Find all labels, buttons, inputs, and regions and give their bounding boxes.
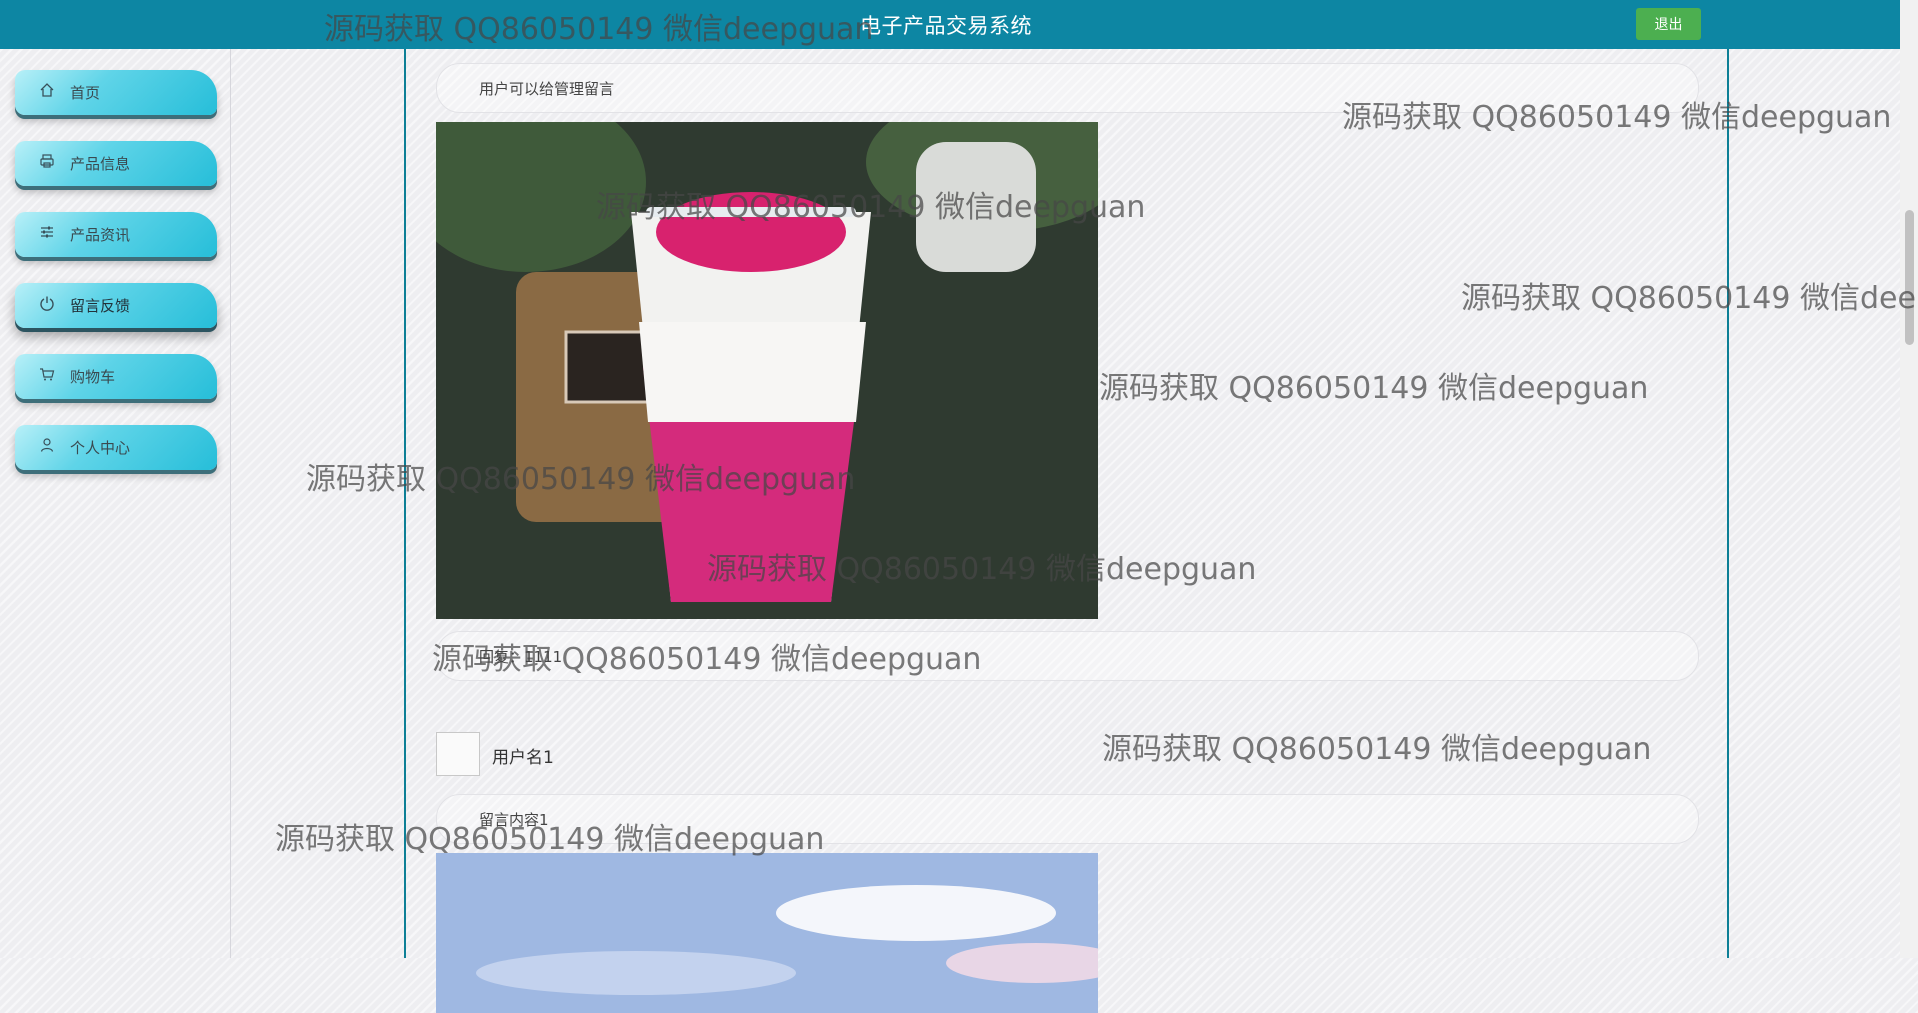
message-board: 用户可以给管理留言 回复：1111 用户名1 留言内容1	[404, 49, 1729, 1013]
sidebar-item-feedback[interactable]: 留言反馈	[15, 283, 217, 328]
sliders-icon	[37, 224, 57, 244]
home-icon	[37, 82, 57, 102]
avatar	[436, 732, 480, 776]
message-image	[436, 122, 1098, 619]
sidebar-item-label: 购物车	[70, 368, 116, 386]
dragon-fruit-drink-photo	[436, 122, 1098, 619]
sidebar-item-cart[interactable]: 购物车	[15, 354, 217, 399]
sidebar-item-label: 首页	[70, 84, 101, 102]
sidebar: 首页 产品信息 产品资讯 留言反馈 购物车 个人中心	[0, 49, 231, 958]
sidebar-item-profile[interactable]: 个人中心	[15, 425, 217, 470]
reply-text: 回复：1111	[479, 648, 563, 666]
scrollbar-thumb[interactable]	[1905, 210, 1914, 345]
message-image	[436, 853, 1098, 1013]
sidebar-item-label: 产品信息	[70, 155, 131, 173]
sidebar-item-home[interactable]: 首页	[15, 70, 217, 115]
user-name: 用户名1	[492, 748, 554, 768]
message-intro-text: 用户可以给管理留言	[479, 80, 615, 98]
top-bar: 电子产品交易系统 退出	[0, 0, 1918, 49]
cart-icon	[37, 366, 57, 386]
sidebar-item-label: 产品资讯	[70, 226, 131, 244]
power-icon	[37, 295, 57, 315]
sidebar-item-product-info[interactable]: 产品信息	[15, 141, 217, 186]
reply-bubble: 回复：1111	[436, 631, 1699, 681]
message-content-text: 留言内容1	[479, 811, 549, 829]
sidebar-item-product-news[interactable]: 产品资讯	[15, 212, 217, 257]
message-intro-bubble: 用户可以给管理留言	[436, 63, 1699, 113]
sidebar-item-label: 留言反馈	[70, 297, 131, 315]
sidebar-item-label: 个人中心	[70, 439, 131, 457]
message-content-bubble: 留言内容1	[436, 794, 1699, 844]
page-scrollbar[interactable]	[1900, 0, 1918, 958]
printer-icon	[37, 153, 57, 173]
user-icon	[37, 437, 57, 457]
logout-button[interactable]: 退出	[1636, 8, 1701, 40]
sky-photo	[436, 853, 1098, 1013]
system-title: 电子产品交易系统	[860, 14, 1032, 38]
